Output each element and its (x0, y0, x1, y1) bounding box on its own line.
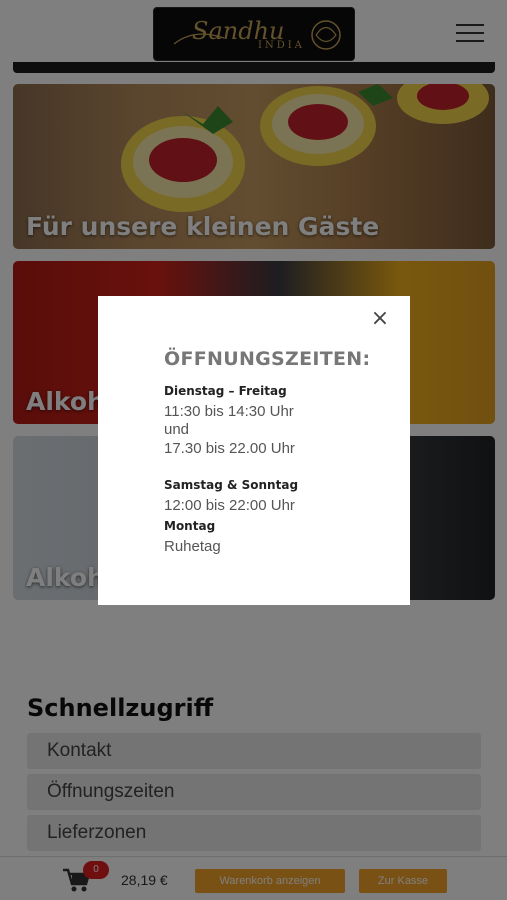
weekend-hours: 12:00 bis 22:00 Uhr (164, 497, 295, 514)
monday-label: Montag (164, 519, 216, 533)
close-icon[interactable]: × (369, 308, 391, 330)
weekday-hours-2: 17.30 bis 22.00 Uhr (164, 440, 295, 457)
opening-hours-modal: × ÖFFNUNGSZEITEN: Dienstag – Freitag 11:… (98, 296, 410, 605)
weekend-label: Samstag & Sonntag (164, 478, 299, 492)
monday-closed: Ruhetag (164, 538, 221, 555)
weekday-and: und (164, 421, 190, 438)
modal-heading: ÖFFNUNGSZEITEN: (164, 348, 371, 370)
weekday-hours-1: 11:30 bis 14:30 Uhr (164, 403, 294, 420)
weekday-label: Dienstag – Freitag (164, 384, 287, 398)
